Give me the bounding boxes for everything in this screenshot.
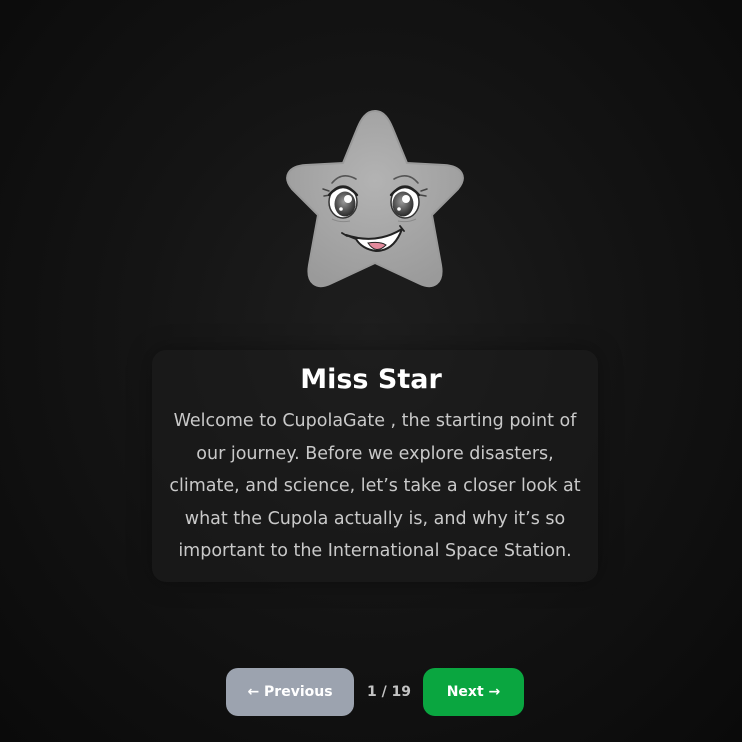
dialogue-text: Welcome to CupolaGate , the starting poi… — [169, 411, 581, 561]
slide-navigation: ← Previous 1 / 19 Next → — [0, 668, 742, 716]
page-indicator: 1 / 19 — [366, 684, 412, 700]
character-name: Miss Star — [300, 364, 442, 395]
previous-button[interactable]: ← Previous — [226, 668, 354, 716]
next-button[interactable]: Next → — [423, 668, 524, 716]
miss-star-mascot-icon — [276, 105, 474, 299]
story-slide: Miss Star Welcome to CupolaGate , the st… — [0, 0, 742, 742]
